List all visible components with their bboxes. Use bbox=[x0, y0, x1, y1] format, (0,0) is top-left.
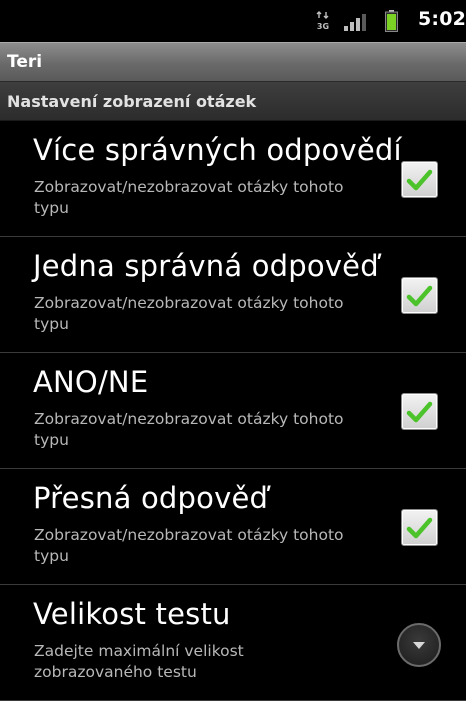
pref-summary: Zobrazovat/nezobrazovat otázky tohoto ty… bbox=[34, 178, 344, 217]
pref-yes-no[interactable]: ANO/NE Zobrazovat/nezobrazovat otázky to… bbox=[0, 353, 466, 469]
battery-icon bbox=[385, 10, 398, 32]
pref-multiple-correct-answers[interactable]: Více správných odpovědí Zobrazovat/nezob… bbox=[0, 121, 466, 237]
pref-title: ANO/NE bbox=[33, 365, 149, 399]
checkmark-icon bbox=[406, 169, 433, 191]
preference-category-header: Nastavení zobrazení otázek bbox=[0, 82, 466, 121]
pref-summary: Zadejte maximální velikost zobrazovaného… bbox=[34, 642, 244, 681]
dropdown-button[interactable] bbox=[397, 623, 441, 667]
status-bar: 3G 5:02 bbox=[0, 0, 466, 42]
checkbox-checked[interactable] bbox=[401, 277, 438, 314]
pref-exact-answer[interactable]: Přesná odpověď Zobrazovat/nezobrazovat o… bbox=[0, 469, 466, 585]
app-title: Teri bbox=[7, 52, 43, 72]
category-title: Nastavení zobrazení otázek bbox=[7, 91, 257, 111]
svg-text:3G: 3G bbox=[317, 22, 329, 31]
pref-title: Jedna správná odpověď bbox=[33, 249, 379, 283]
pref-title: Přesná odpověď bbox=[33, 481, 269, 515]
dropdown-icon bbox=[413, 642, 425, 649]
app-title-bar: Teri bbox=[0, 42, 466, 82]
checkbox-checked[interactable] bbox=[401, 509, 438, 546]
checkbox-checked[interactable] bbox=[401, 393, 438, 430]
checkmark-icon bbox=[406, 517, 433, 539]
status-time: 5:02 bbox=[418, 8, 466, 30]
pref-title: Více správných odpovědí bbox=[33, 133, 402, 167]
pref-summary: Zobrazovat/nezobrazovat otázky tohoto ty… bbox=[34, 526, 344, 565]
checkmark-icon bbox=[406, 285, 433, 307]
pref-test-size[interactable]: Velikost testu Zadejte maximální velikos… bbox=[0, 585, 466, 701]
signal-strength-icon bbox=[344, 14, 366, 31]
pref-summary: Zobrazovat/nezobrazovat otázky tohoto ty… bbox=[34, 294, 344, 333]
checkbox-checked[interactable] bbox=[401, 161, 438, 198]
pref-summary: Zobrazovat/nezobrazovat otázky tohoto ty… bbox=[34, 410, 344, 449]
data-3g-icon: 3G bbox=[316, 11, 329, 31]
pref-title: Velikost testu bbox=[33, 597, 231, 631]
checkmark-icon bbox=[406, 401, 433, 423]
pref-single-correct-answer[interactable]: Jedna správná odpověď Zobrazovat/nezobra… bbox=[0, 237, 466, 353]
